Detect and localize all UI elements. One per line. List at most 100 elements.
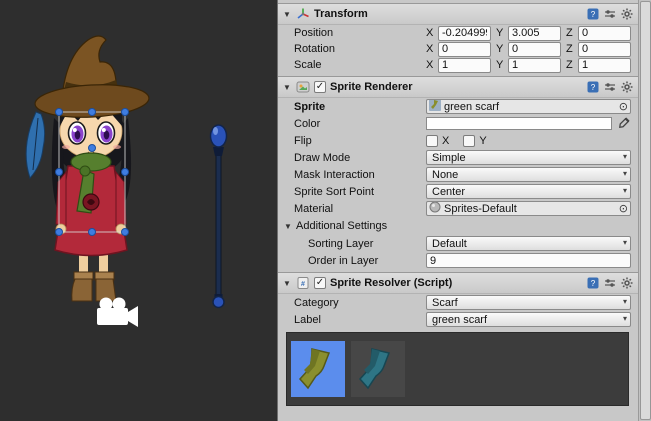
object-picker-icon[interactable]: ⊙ — [619, 100, 628, 114]
position-y-field[interactable] — [508, 26, 561, 41]
flip-x-checkbox[interactable] — [426, 135, 438, 147]
scarf-thumbnail-selected[interactable] — [291, 341, 345, 397]
label-label: Label — [294, 314, 426, 326]
transform-component: ▼ Transform ? Position X Y Z Rotation X — [278, 3, 638, 73]
foldout-arrow-icon[interactable]: ▼ — [282, 83, 292, 92]
character-sprite[interactable] — [26, 36, 150, 301]
sprite-resolver-title: Sprite Resolver (Script) — [330, 277, 452, 289]
rotation-x-field[interactable] — [438, 42, 491, 57]
scale-x-field[interactable] — [438, 58, 491, 73]
dropdown-arrow-icon: ▾ — [623, 186, 627, 195]
help-icon[interactable]: ? — [586, 81, 599, 94]
foldout-arrow-icon[interactable]: ▼ — [282, 10, 292, 19]
eyedropper-icon[interactable] — [615, 117, 631, 131]
category-dropdown[interactable]: Scarf ▾ — [426, 295, 631, 310]
camera-gizmo-icon[interactable] — [97, 298, 138, 328]
mask-interaction-row: Mask Interaction None ▾ — [278, 166, 638, 183]
mask-interaction-label: Mask Interaction — [294, 169, 426, 181]
dropdown-arrow-icon: ▾ — [623, 169, 627, 178]
scale-row: Scale X Y Z — [278, 57, 638, 73]
svg-text:#: # — [301, 281, 305, 288]
z-axis-label: Z — [566, 59, 575, 71]
material-label: Material — [294, 203, 426, 215]
rotation-label: Rotation — [294, 43, 426, 55]
sprite-resolver-header[interactable]: ▼ # ✓ Sprite Resolver (Script) ? — [278, 272, 638, 294]
preset-icon[interactable] — [603, 81, 616, 94]
label-dropdown[interactable]: green scarf ▾ — [426, 312, 631, 327]
additional-settings-foldout[interactable]: ▼ Additional Settings — [278, 217, 638, 235]
dropdown-arrow-icon: ▾ — [623, 314, 627, 323]
foldout-arrow-icon[interactable]: ▼ — [282, 279, 292, 288]
sprite-sort-point-label: Sprite Sort Point — [294, 186, 426, 198]
sprite-preview-strip — [286, 332, 629, 406]
color-row: Color — [278, 115, 638, 132]
help-icon[interactable]: ? — [586, 8, 599, 21]
scale-label: Scale — [294, 59, 426, 71]
rotation-z-field[interactable] — [578, 42, 631, 57]
y-axis-label: Y — [496, 43, 505, 55]
help-icon[interactable]: ? — [586, 277, 599, 290]
preset-icon[interactable] — [603, 8, 616, 21]
order-in-layer-field[interactable] — [426, 253, 631, 268]
sprite-renderer-component: ▼ ✓ Sprite Renderer ? Sprite green scarf… — [278, 76, 638, 269]
scale-y-field[interactable] — [508, 58, 561, 73]
sprite-object-field[interactable]: green scarf ⊙ — [426, 99, 631, 114]
sprite-renderer-title: Sprite Renderer — [330, 81, 413, 93]
x-axis-label: X — [426, 43, 435, 55]
position-z-field[interactable] — [578, 26, 631, 41]
mask-interaction-dropdown[interactable]: None ▾ — [426, 167, 631, 182]
flip-label: Flip — [294, 135, 426, 147]
transform-title: Transform — [314, 8, 368, 20]
flip-row: Flip X Y — [278, 132, 638, 149]
scene-view[interactable] — [0, 0, 277, 421]
label-row: Label green scarf ▾ — [278, 311, 638, 328]
gear-icon[interactable] — [620, 8, 633, 21]
transform-header[interactable]: ▼ Transform ? — [278, 3, 638, 25]
material-object-name: Sprites-Default — [444, 203, 517, 215]
sorting-layer-dropdown[interactable]: Default ▾ — [426, 236, 631, 251]
scene-canvas — [0, 0, 277, 421]
object-picker-icon[interactable]: ⊙ — [619, 202, 628, 216]
transform-icon — [296, 7, 310, 21]
sprite-renderer-header[interactable]: ▼ ✓ Sprite Renderer ? — [278, 76, 638, 98]
sprite-resolver-icon: # — [296, 276, 310, 290]
component-enabled-checkbox[interactable]: ✓ — [314, 277, 326, 289]
gear-icon[interactable] — [620, 81, 633, 94]
position-row: Position X Y Z — [278, 25, 638, 41]
gear-icon[interactable] — [620, 277, 633, 290]
rotation-y-field[interactable] — [508, 42, 561, 57]
draw-mode-dropdown[interactable]: Simple ▾ — [426, 150, 631, 165]
preset-icon[interactable] — [603, 277, 616, 290]
material-row: Material Sprites-Default ⊙ — [278, 200, 638, 217]
dropdown-arrow-icon: ▾ — [623, 238, 627, 247]
sprite-sort-point-dropdown[interactable]: Center ▾ — [426, 184, 631, 199]
z-axis-label: Z — [566, 43, 575, 55]
sprite-label: Sprite — [294, 101, 426, 113]
color-field[interactable] — [426, 117, 612, 130]
sprite-object-name: green scarf — [444, 101, 499, 113]
component-enabled-checkbox[interactable]: ✓ — [314, 81, 326, 93]
category-label: Category — [294, 297, 426, 309]
y-axis-label: Y — [496, 59, 505, 71]
material-sphere-icon — [429, 201, 441, 216]
sprite-row: Sprite green scarf ⊙ — [278, 98, 638, 115]
material-object-field[interactable]: Sprites-Default ⊙ — [426, 201, 631, 216]
staff-sprite[interactable] — [211, 125, 227, 308]
scale-z-field[interactable] — [578, 58, 631, 73]
svg-text:?: ? — [590, 83, 595, 92]
position-x-field[interactable] — [438, 26, 491, 41]
inspector-panel: ▼ Transform ? Position X Y Z Rotation X — [277, 0, 651, 421]
foldout-arrow-icon[interactable]: ▼ — [283, 222, 293, 231]
color-label: Color — [294, 118, 426, 130]
scrollbar-thumb[interactable] — [640, 1, 651, 420]
rotation-row: Rotation X Y Z — [278, 41, 638, 57]
scarf-thumbnail[interactable] — [351, 341, 405, 397]
draw-mode-row: Draw Mode Simple ▾ — [278, 149, 638, 166]
x-axis-label: X — [426, 27, 435, 39]
svg-text:?: ? — [590, 10, 595, 19]
sprite-renderer-icon — [296, 80, 310, 94]
sprite-resolver-component: ▼ # ✓ Sprite Resolver (Script) ? Categor… — [278, 272, 638, 406]
flip-y-checkbox[interactable] — [463, 135, 475, 147]
inspector-scrollbar[interactable] — [638, 0, 651, 421]
position-label: Position — [294, 27, 426, 39]
